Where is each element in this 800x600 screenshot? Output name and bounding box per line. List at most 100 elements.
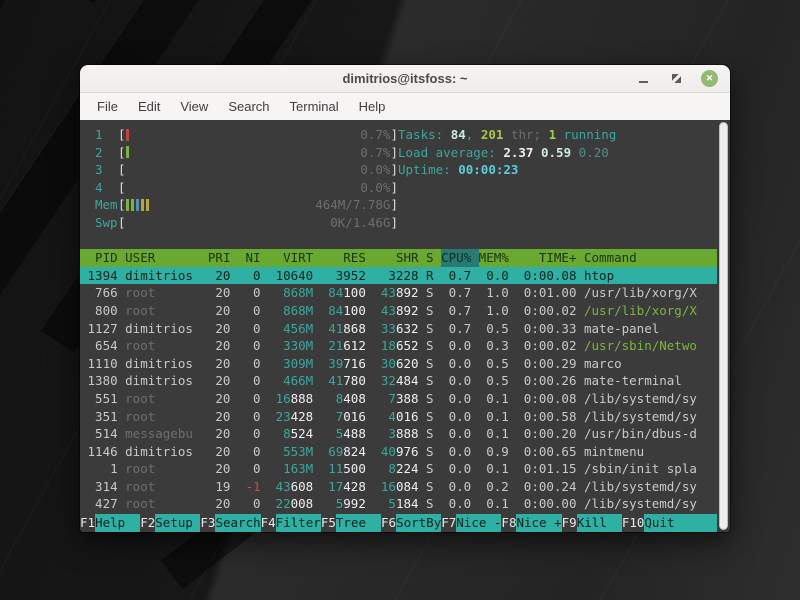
cell-command: mate-panel (584, 320, 717, 338)
process-row-1110[interactable]: 1110dimitrios200309M3971630620S0.00.50:0… (80, 355, 717, 373)
fnbutton-kill[interactable]: Kill (577, 514, 622, 532)
column-header-shr[interactable]: SHR (373, 249, 426, 267)
text-segment: S (426, 409, 434, 424)
column-header-virt[interactable]: VIRT (268, 249, 321, 267)
fnbutton-setup[interactable]: Setup (155, 514, 200, 532)
cell-time+: 0:00.33 (516, 320, 584, 338)
window-titlebar[interactable]: dimitrios@itsfoss: ~ ✕ (80, 65, 730, 93)
cell-pri: 20 (208, 460, 238, 478)
column-header-ni[interactable]: NI (238, 249, 268, 267)
cell-cpu%: 0.0 (441, 478, 479, 496)
cell-pri: 20 (208, 425, 238, 443)
process-row-654[interactable]: 654root200330M2161218652S0.00.30:00.02/u… (80, 337, 717, 355)
column-header-pri[interactable]: PRI (208, 249, 238, 267)
cell-res: 84100 (321, 284, 374, 302)
cell-pri: 19 (208, 478, 238, 496)
process-row-427[interactable]: 427root2002200859925184S0.00.10:00.00/li… (80, 495, 717, 513)
text-segment: R (426, 268, 434, 283)
text-segment: 888 (291, 391, 314, 406)
process-row-1[interactable]: 1root200163M115008224S0.00.10:01.15/sbin… (80, 460, 717, 478)
cell-user: dimitrios (125, 443, 208, 461)
text-segment: 20 (215, 444, 230, 459)
text-segment: 388 (396, 391, 419, 406)
cell-cpu%: 0.0 (441, 337, 479, 355)
column-header-command[interactable]: Command (584, 249, 717, 267)
meter-value: 0.7% (360, 144, 390, 162)
meter-value: 0.7% (360, 126, 390, 144)
meter-swp: Swp[0K/1.46G] (95, 214, 398, 232)
process-row-314[interactable]: 314root19-1436081742816084S0.00.20:00.24… (80, 478, 717, 496)
restore-button[interactable] (668, 71, 684, 87)
text-segment: 780 (343, 373, 366, 388)
process-row-1380[interactable]: 1380dimitrios200466M4178032484S0.00.50:0… (80, 372, 717, 390)
text-segment: 608 (291, 479, 314, 494)
text-segment: 084 (396, 479, 419, 494)
fnbutton-filter[interactable]: Filter (276, 514, 321, 532)
fnbutton-quit[interactable]: Quit (644, 514, 717, 532)
meter-part: ] (390, 196, 398, 214)
menu-terminal[interactable]: Terminal (280, 94, 349, 119)
cell-user: dimitrios (125, 372, 208, 390)
meter-part: [ (118, 161, 126, 179)
process-row-1127[interactable]: 1127dimitrios200456M4186833632S0.70.50:0… (80, 320, 717, 338)
column-header-time+[interactable]: TIME+ (516, 249, 584, 267)
text-segment: Tasks: (398, 127, 451, 142)
meter-part: [ (118, 196, 126, 214)
column-header-res[interactable]: RES (321, 249, 374, 267)
cell-virt: 868M (268, 302, 321, 320)
text-segment: 0.1 (486, 461, 509, 476)
cell-res: 7016 (321, 408, 374, 426)
minimize-button[interactable] (635, 71, 651, 87)
text-segment: 0 (253, 461, 261, 476)
process-row-351[interactable]: 351root2002342870164016S0.00.10:00.58/li… (80, 408, 717, 426)
process-row-800[interactable]: 800root200868M8410043892S0.71.00:00.02/u… (80, 302, 717, 320)
restore-icon (672, 74, 681, 83)
cell-shr: 18652 (373, 337, 426, 355)
cell-mem%: 0.1 (479, 425, 517, 443)
fnbutton-tree[interactable]: Tree (336, 514, 381, 532)
column-header-pid[interactable]: PID (80, 249, 125, 267)
cell-time+: 0:00.02 (516, 302, 584, 320)
process-row-551[interactable]: 551root2001688884087388S0.00.10:00.08/li… (80, 390, 717, 408)
menu-search[interactable]: Search (218, 94, 279, 119)
fnkey-f2: F2 (140, 514, 155, 532)
fnbutton-help[interactable]: Help (95, 514, 140, 532)
scrollbar-thumb[interactable] (719, 122, 728, 530)
column-header-s[interactable]: S (426, 249, 441, 267)
text-segment: 766 (95, 285, 118, 300)
menu-file[interactable]: File (87, 94, 128, 119)
process-row-766[interactable]: 766root200868M8410043892S0.71.00:01.00/u… (80, 284, 717, 302)
text-segment: 0:00.33 (524, 321, 577, 336)
cell-virt: 23428 (268, 408, 321, 426)
close-button[interactable]: ✕ (701, 70, 718, 87)
text-segment: /sbin/init spla (584, 461, 697, 476)
cell-user: root (125, 337, 208, 355)
text-segment: 8 (388, 461, 396, 476)
text-segment: 8 (283, 426, 291, 441)
column-header-user[interactable]: USER (125, 249, 208, 267)
process-row-514[interactable]: 514messagebu200852454883888S0.00.10:00.2… (80, 425, 717, 443)
fnbutton-sortby[interactable]: SortBy (396, 514, 441, 532)
column-header-mem%[interactable]: MEM% (479, 249, 517, 267)
cell-command: mate-terminal (584, 372, 717, 390)
cell-pid: 314 (80, 478, 125, 496)
cell-command: /usr/lib/xorg/X (584, 302, 717, 320)
text-segment: 1110 (88, 356, 118, 371)
text-segment: htop (584, 268, 614, 283)
menu-view[interactable]: View (170, 94, 218, 119)
fnbutton-nice-[interactable]: Nice - (456, 514, 501, 532)
menu-help[interactable]: Help (349, 94, 396, 119)
column-header-cpu%[interactable]: CPU% (441, 249, 479, 267)
process-row-1394[interactable]: 1394dimitrios2001064039523228R0.70.00:00… (80, 267, 717, 285)
process-row-1146[interactable]: 1146dimitrios200553M6982440976S0.00.90:0… (80, 443, 717, 461)
cell-pid: 1380 (80, 372, 125, 390)
cell-s: S (426, 372, 441, 390)
text-segment: 0:00.65 (524, 444, 577, 459)
text-segment: 0.5 (486, 321, 509, 336)
text-segment: 016 (396, 409, 419, 424)
menu-edit[interactable]: Edit (128, 94, 170, 119)
text-segment: 888 (396, 426, 419, 441)
cell-mem%: 0.5 (479, 372, 517, 390)
fnbutton-nice+[interactable]: Nice + (516, 514, 561, 532)
fnbutton-search[interactable]: Search (215, 514, 260, 532)
